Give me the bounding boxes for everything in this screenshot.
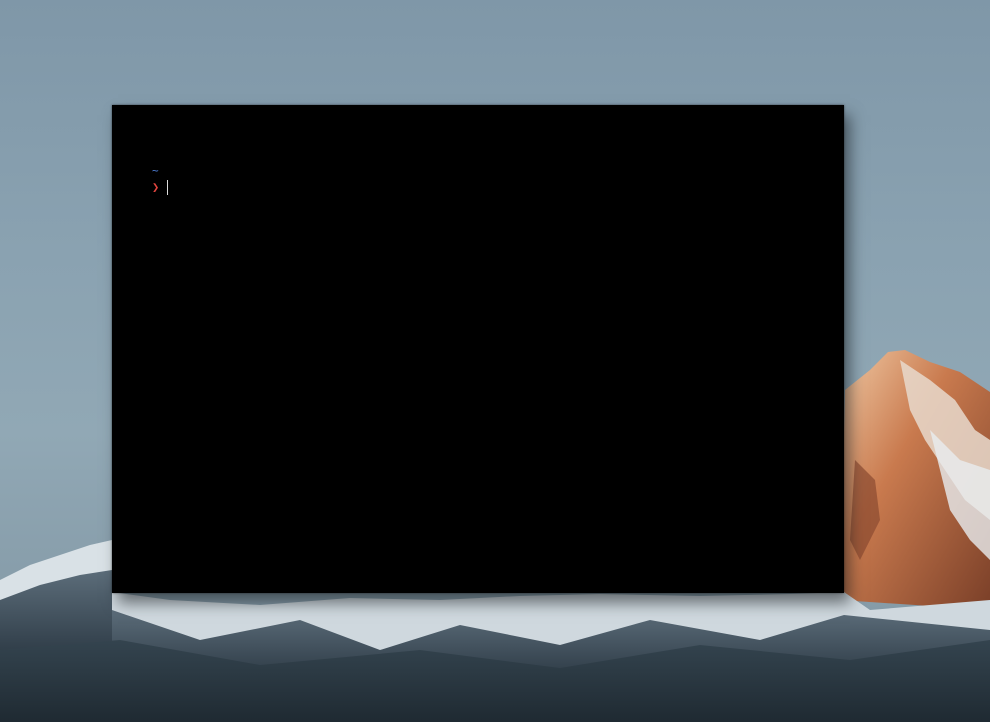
terminal-output[interactable]: ~ ❯ — [152, 163, 169, 195]
terminal-prompt-line[interactable]: ❯ — [152, 179, 169, 195]
terminal-window[interactable]: ~ ❯ — [112, 105, 844, 593]
current-directory: ~ — [152, 164, 159, 177]
terminal-cwd-line: ~ — [152, 163, 168, 179]
text-cursor — [167, 179, 169, 195]
desktop: ~ ❯ — [0, 0, 990, 722]
prompt-chevron-icon: ❯ — [152, 180, 160, 194]
